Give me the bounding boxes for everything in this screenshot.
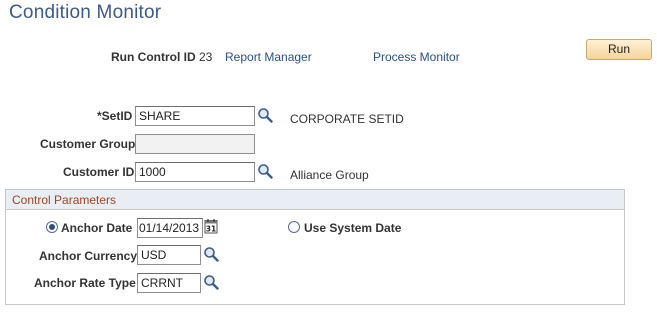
anchor-rate-type-lookup-icon[interactable]	[203, 274, 219, 290]
setid-description: CORPORATE SETID	[290, 112, 404, 126]
anchor-currency-field[interactable]: USD	[137, 245, 201, 265]
anchor-date-field[interactable]: 01/14/2013	[137, 218, 203, 238]
anchor-rate-type-label: Anchor Rate Type	[34, 276, 136, 290]
report-manager-link[interactable]: Report Manager	[225, 50, 312, 64]
calendar-icon[interactable]: 31	[204, 218, 218, 234]
use-system-date-label: Use System Date	[304, 221, 402, 235]
anchor-currency-lookup-icon[interactable]	[203, 246, 219, 262]
svg-text:31: 31	[206, 225, 216, 234]
run-button[interactable]: Run	[586, 39, 652, 60]
customer-id-label: Customer ID	[63, 165, 135, 179]
setid-field[interactable]: SHARE	[135, 106, 255, 126]
use-system-date-radio[interactable]	[288, 221, 300, 233]
anchor-currency-label: Anchor Currency	[39, 249, 138, 263]
customer-id-description: Alliance Group	[290, 168, 369, 182]
page-title: Condition Monitor	[9, 2, 162, 23]
customer-group-field[interactable]	[135, 134, 255, 154]
run-control-id-label: Run Control ID	[111, 50, 196, 64]
anchor-rate-type-field[interactable]: CRRNT	[137, 273, 201, 293]
radio-selected-dot	[49, 224, 55, 230]
setid-lookup-icon[interactable]	[257, 107, 273, 123]
setid-label: *SetID	[97, 109, 133, 123]
customer-group-label: Customer Group	[40, 137, 136, 151]
run-control-id-value: 23	[199, 50, 213, 64]
section-title: Control Parameters	[12, 193, 117, 207]
anchor-date-radio[interactable]	[46, 221, 58, 233]
customer-id-lookup-icon[interactable]	[257, 163, 273, 179]
customer-id-field[interactable]: 1000	[135, 162, 255, 182]
process-monitor-link[interactable]: Process Monitor	[373, 50, 460, 64]
anchor-date-label: Anchor Date	[61, 221, 133, 235]
